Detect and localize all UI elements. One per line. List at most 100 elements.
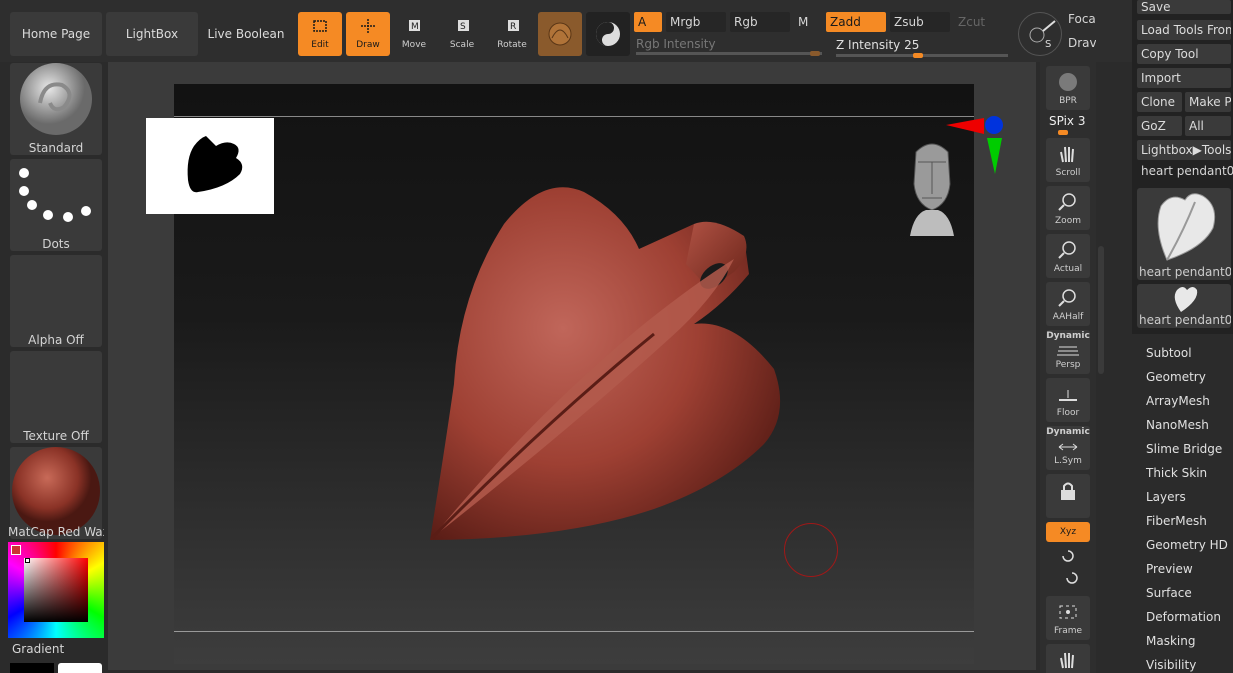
tray-scrollbar[interactable] [1098,246,1104,374]
material-swatch-button[interactable] [538,12,582,56]
aahalf-button[interactable]: AAHalf [1046,282,1090,326]
zadd-button[interactable]: Zadd [826,12,886,32]
menu-geometry[interactable]: Geometry [1146,370,1206,384]
head-navigator-icon[interactable] [904,138,960,240]
y-axis-arrow[interactable] [987,138,1002,174]
rgb-intensity-slider[interactable] [636,52,822,55]
menu-nanomesh[interactable]: NanoMesh [1146,418,1209,432]
rgb-button[interactable]: Rgb [730,12,790,32]
home-page-button[interactable]: Home Page [10,12,102,56]
draw-size-label: Drav [1068,36,1096,50]
heart-pendant-model[interactable] [174,84,974,664]
save-button[interactable]: Save [1137,0,1231,14]
load-tools-button[interactable]: Load Tools From [1137,20,1231,40]
lightbox-tools-button[interactable]: Lightbox▶Tools [1137,140,1231,160]
spix-slider-knob[interactable] [1058,130,1068,135]
perspective-grid-icon [1057,346,1079,355]
a-mode-button[interactable]: A [634,12,662,32]
heart-thumbnail-icon [1157,193,1216,261]
scroll-button[interactable]: Scroll [1046,138,1090,182]
frame-button[interactable]: Frame [1046,596,1090,640]
draw-button[interactable]: Draw [346,12,390,56]
menu-masking[interactable]: Masking [1146,634,1195,648]
spix-label[interactable]: SPix 3 [1049,114,1086,128]
menu-thick-skin[interactable]: Thick Skin [1146,466,1207,480]
move-tool-button[interactable]: M Move [392,12,436,56]
menu-layers[interactable]: Layers [1146,490,1186,504]
menu-surface[interactable]: Surface [1146,586,1192,600]
zoom-button[interactable]: Zoom [1046,186,1090,230]
lsym-dynamic-label: Dynamic [1046,427,1090,437]
zoom-icon [1058,193,1076,211]
floor-button[interactable]: Floor [1046,378,1090,422]
rotate-z-icon[interactable] [1064,570,1080,586]
frame-icon [1059,605,1077,619]
menu-deformation[interactable]: Deformation [1146,610,1221,624]
menu-arraymesh[interactable]: ArrayMesh [1146,394,1210,408]
thumb2-label: heart pendant03 [1139,313,1231,327]
menu-geometry-hd[interactable]: Geometry HD [1146,538,1228,552]
brush-cursor-ring [784,523,838,577]
floor-icon [1059,390,1077,401]
mrgb-button[interactable]: Mrgb [666,12,726,32]
yinyang-icon [596,22,620,46]
menu-fibermesh[interactable]: FiberMesh [1146,514,1207,528]
m-button[interactable]: M [794,12,822,32]
color-picker[interactable] [8,542,104,638]
goz-all-button[interactable]: All [1185,116,1231,136]
persp-button[interactable]: Dynamic Persp [1046,330,1090,374]
actual-button[interactable]: Actual [1046,234,1090,278]
rotate-tool-button[interactable]: R Rotate [490,12,534,56]
tool-thumbnail-large[interactable]: heart pendant03 [1137,188,1231,280]
menu-preview[interactable]: Preview [1146,562,1193,576]
lock-button[interactable] [1046,474,1090,518]
aahalf-icon [1058,289,1076,307]
color-swatch[interactable] [11,545,21,555]
scale-tool-button[interactable]: S Scale [440,12,484,56]
xyz-button[interactable]: Xyz [1046,522,1090,542]
main-color-swatch[interactable] [58,663,102,673]
rgb-intensity-knob[interactable] [810,51,820,56]
lsym-button[interactable]: Dynamic L.Sym [1046,426,1090,470]
bpr-label: BPR [1059,96,1077,106]
yinyang-button[interactable] [586,12,630,56]
import-button[interactable]: Import [1137,68,1231,88]
persp-label: Persp [1055,360,1081,370]
rotate-icon: R [508,20,519,32]
clone-button[interactable]: Clone [1137,92,1182,112]
zsub-button[interactable]: Zsub [890,12,950,32]
rotate-y-icon[interactable] [1060,548,1076,564]
draw-icon [361,19,375,33]
bpr-button[interactable]: BPR [1046,66,1090,110]
lightbox-button[interactable]: LightBox [106,12,198,56]
brush-label: Standard [28,141,84,155]
move-label: Move [401,40,427,50]
goz-button[interactable]: GoZ [1137,116,1182,136]
secondary-color-swatch[interactable] [10,663,54,673]
live-boolean-button[interactable]: Live Boolean [200,12,292,56]
hand-icon [1060,146,1074,163]
symmetry-arrows-icon [1058,443,1078,450]
z-intensity-knob[interactable] [913,53,923,58]
z-intensity-label: Z Intensity 25 [836,38,920,52]
stroke-label: Dots [42,237,70,251]
zoom-label: Zoom [1055,216,1081,226]
tool-thumbnail-small[interactable]: heart pendant03 [1137,284,1231,328]
menu-visibility[interactable]: Visibility [1146,658,1196,672]
copy-tool-button[interactable]: Copy Tool [1137,44,1231,64]
menu-subtool[interactable]: Subtool [1146,346,1192,360]
rotate-label: Rotate [497,40,527,50]
color-cursor[interactable] [25,558,30,563]
x-axis-arrow[interactable] [946,118,984,134]
z-axis-ball[interactable] [985,116,1003,134]
edit-button[interactable]: Edit [298,12,342,56]
draw-label: Draw [356,40,380,50]
move-view-button[interactable] [1046,644,1090,673]
focal-shift-button[interactable]: S [1018,12,1062,56]
menu-slime-bridge[interactable]: Slime Bridge [1146,442,1222,456]
gradient-label: Gradient [12,642,65,656]
make-polymesh-button[interactable]: Make Po [1185,92,1231,112]
zcut-button[interactable]: Zcut [954,12,994,32]
scroll-label: Scroll [1055,168,1081,178]
move-hand-icon [1060,652,1074,669]
